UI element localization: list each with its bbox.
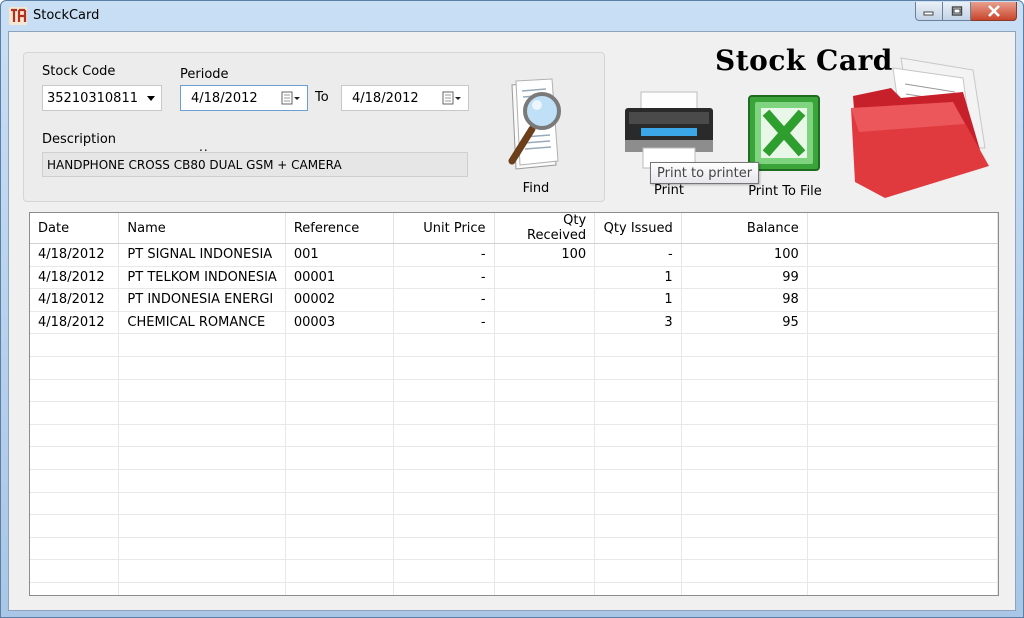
stock-code-combo[interactable]: 35210310811 — [42, 85, 162, 111]
empty-row — [30, 379, 998, 403]
cell-filler — [807, 243, 998, 267]
empty-row — [30, 559, 998, 583]
periode-label: Periode — [180, 67, 229, 82]
print-to-file-label: Print To File — [748, 184, 822, 199]
cell-name: PT INDONESIA ENERGI — [118, 288, 286, 312]
cell-qty-issued: - — [594, 243, 682, 267]
column-header-unit-price[interactable]: Unit Price — [393, 213, 495, 244]
client-area: Stock Code 35210310811 Periode 4/18/2012… — [8, 31, 1016, 611]
column-header-reference[interactable]: Reference — [285, 213, 395, 244]
cell-reference: 00003 — [285, 311, 395, 335]
find-button[interactable]: Find — [496, 77, 576, 199]
stockcard-window: StockCard Stock Code 35210310811 Periode… — [0, 0, 1024, 618]
find-magnifier-icon — [508, 78, 561, 170]
app-icon — [9, 7, 27, 25]
cell-name: CHEMICAL ROMANCE — [118, 311, 286, 335]
empty-row — [30, 537, 998, 561]
column-header-qty-received[interactable]: Qty Received — [494, 213, 596, 244]
cell-date: 4/18/2012 — [30, 243, 120, 267]
chevron-down-icon — [147, 96, 155, 101]
stock-table: Date Name Reference Unit Price Qty Recei… — [30, 213, 998, 595]
table-row[interactable]: 4/18/2012 PT INDONESIA ENERGI 00002 - 1 … — [30, 288, 998, 312]
cell-balance: 99 — [681, 266, 808, 290]
calendar-icon[interactable] — [281, 91, 301, 106]
column-header-balance[interactable]: Balance — [681, 213, 808, 244]
minimize-icon — [923, 11, 934, 16]
to-label: To — [315, 90, 329, 105]
cell-balance: 98 — [681, 288, 808, 312]
empty-row — [30, 514, 998, 538]
empty-row — [30, 333, 998, 357]
cell-date: 4/18/2012 — [30, 266, 120, 290]
stock-code-label: Stock Code — [42, 64, 116, 79]
cell-qty-received — [494, 266, 596, 290]
date-from-picker[interactable]: 4/18/2012 — [180, 85, 308, 111]
window-title: StockCard — [33, 8, 100, 23]
empty-row — [30, 582, 998, 595]
table-row[interactable]: 4/18/2012 CHEMICAL ROMANCE 00003 - 3 95 — [30, 311, 998, 335]
cell-qty-received: 100 — [494, 243, 596, 267]
maximize-icon — [951, 6, 962, 16]
cell-date: 4/18/2012 — [30, 288, 120, 312]
cell-unit-price: - — [393, 266, 495, 290]
column-header-filler — [807, 213, 998, 244]
cell-reference: 00001 — [285, 266, 395, 290]
cell-qty-received — [494, 288, 596, 312]
stock-code-value: 35210310811 — [47, 91, 138, 106]
cell-filler — [807, 266, 998, 290]
find-label: Find — [522, 181, 550, 196]
empty-row — [30, 446, 998, 470]
empty-row — [30, 424, 998, 448]
column-header-qty-issued[interactable]: Qty Issued — [594, 213, 682, 244]
stock-grid[interactable]: Date Name Reference Unit Price Qty Recei… — [29, 212, 999, 596]
cell-balance: 100 — [681, 243, 808, 267]
title-bar: StockCard — [1, 1, 1023, 31]
cell-unit-price: - — [393, 243, 495, 267]
cell-qty-received — [494, 311, 596, 335]
print-tooltip: Print to printer — [650, 162, 760, 184]
date-to-value: 4/18/2012 — [352, 91, 419, 106]
cell-unit-price: - — [393, 311, 495, 335]
cell-qty-issued: 1 — [594, 266, 682, 290]
cell-reference: 00002 — [285, 288, 395, 312]
date-from-value: 4/18/2012 — [191, 91, 258, 106]
empty-row — [30, 492, 998, 516]
description-label: Description — [42, 132, 117, 147]
date-to-picker[interactable]: 4/18/2012 — [341, 85, 469, 111]
close-icon — [987, 5, 1000, 17]
close-button[interactable] — [971, 2, 1017, 21]
empty-row — [30, 356, 998, 380]
red-folder-icon — [851, 57, 989, 198]
table-row[interactable]: 4/18/2012 PT TELKOM INDONESIA 00001 - 1 … — [30, 266, 998, 290]
column-header-date[interactable]: Date — [30, 213, 120, 244]
cell-date: 4/18/2012 — [30, 311, 120, 335]
empty-row — [30, 401, 998, 425]
empty-row — [30, 469, 998, 493]
column-header-name[interactable]: Name — [118, 213, 286, 244]
table-header-row: Date Name Reference Unit Price Qty Recei… — [30, 213, 998, 244]
cell-reference: 001 — [285, 243, 395, 267]
window-controls — [915, 2, 1017, 21]
cell-unit-price: - — [393, 288, 495, 312]
minimize-button[interactable] — [915, 2, 943, 21]
calendar-icon[interactable] — [442, 91, 462, 106]
cell-filler — [807, 311, 998, 335]
description-value: HANDPHONE CROSS CB80 DUAL GSM + CAMERA — [47, 158, 342, 172]
table-row[interactable]: 4/18/2012 PT SIGNAL INDONESIA 001 - 100 … — [30, 243, 998, 267]
printer-icon — [625, 91, 713, 169]
filter-panel: Stock Code 35210310811 Periode 4/18/2012… — [23, 52, 605, 202]
print-label: Print — [654, 183, 684, 198]
table-body: 4/18/2012 PT SIGNAL INDONESIA 001 - 100 … — [30, 243, 998, 595]
cell-qty-issued: 1 — [594, 288, 682, 312]
cell-filler — [807, 288, 998, 312]
cell-name: PT SIGNAL INDONESIA — [118, 243, 286, 267]
maximize-button[interactable] — [943, 2, 971, 21]
cell-qty-issued: 3 — [594, 311, 682, 335]
cell-balance: 95 — [681, 311, 808, 335]
cell-name: PT TELKOM INDONESIA — [118, 266, 286, 290]
description-field[interactable]: HANDPHONE CROSS CB80 DUAL GSM + CAMERA — [42, 152, 468, 177]
